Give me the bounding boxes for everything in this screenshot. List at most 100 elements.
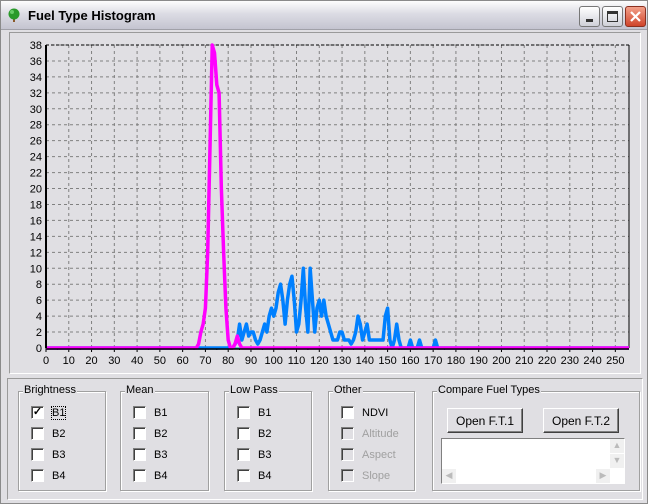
x-tick-label: 110 xyxy=(288,355,306,367)
checkbox-label: B2 xyxy=(154,427,168,440)
x-tick-label: 40 xyxy=(131,355,143,367)
checkbox-box[interactable] xyxy=(237,448,250,461)
group-mean: Mean B1 B2 B3 B4 xyxy=(120,384,209,491)
checkbox-box[interactable] xyxy=(133,406,146,419)
checkbox-b3[interactable]: B3 xyxy=(31,448,65,461)
group-label: Low Pass xyxy=(229,384,279,396)
compare-fuel-types-group: Compare Fuel Types Open F.T.1 Open F.T.2… xyxy=(432,384,640,491)
group-brightness: Brightness ✓ B1 B2 B3 B4 xyxy=(18,384,106,491)
x-tick-label: 160 xyxy=(401,355,419,367)
checkbox-b4[interactable]: B4 xyxy=(133,469,167,482)
x-tick-label: 180 xyxy=(447,355,465,367)
checkbox-b3[interactable]: B3 xyxy=(237,448,271,461)
tree-icon xyxy=(8,8,20,22)
histogram-svg: 0 10 20 30 40 50 60 70 80 90 100 110 120 130 140 150 160… xyxy=(30,40,630,367)
y-tick-label: 30 xyxy=(30,104,42,116)
y-tick-label: 2 xyxy=(36,327,42,339)
x-tick-label: 150 xyxy=(378,355,396,367)
group-low-pass: Low Pass B1 B2 B3 B4 xyxy=(224,384,312,491)
checkbox-label: NDVI xyxy=(362,406,389,419)
maximize-button[interactable] xyxy=(602,6,623,27)
checkbox-box[interactable] xyxy=(341,448,354,461)
y-tick-label: 26 xyxy=(30,136,42,148)
x-tick-label: 220 xyxy=(538,355,556,367)
x-tick-label: 120 xyxy=(310,355,328,367)
checkbox-b2[interactable]: B2 xyxy=(237,427,271,440)
window-title: Fuel Type Histogram xyxy=(28,8,156,23)
group-other: Other NDVI Altitude Aspect Slope xyxy=(328,384,415,491)
scroll-left-button[interactable]: ◀ xyxy=(442,469,456,483)
checkbox-b1[interactable]: B1 xyxy=(133,406,167,419)
close-button[interactable] xyxy=(625,6,646,27)
checkbox-ndvi[interactable]: NDVI xyxy=(341,406,388,419)
checkbox-b3[interactable]: B3 xyxy=(133,448,167,461)
x-tick-label: 100 xyxy=(265,355,283,367)
checkbox-b4[interactable]: B4 xyxy=(31,469,65,482)
scroll-down-button[interactable]: ▼ xyxy=(610,454,624,468)
checkbox-b1[interactable]: ✓ B1 xyxy=(31,405,67,420)
y-tick-label: 28 xyxy=(30,120,42,132)
x-tick-label: 50 xyxy=(154,355,166,367)
checkbox-aspect[interactable]: Aspect xyxy=(341,448,396,461)
checkbox-label: B2 xyxy=(52,427,66,440)
checkbox-label: B4 xyxy=(258,469,272,482)
checkbox-label: B4 xyxy=(154,469,168,482)
checkbox-label: B1 xyxy=(50,405,67,420)
y-tick-label: 6 xyxy=(36,295,42,307)
compare-list[interactable]: ▲ ▼ ◀ ▶ xyxy=(441,438,625,484)
checkbox-label: Slope xyxy=(362,469,391,482)
checkbox-box[interactable]: ✓ xyxy=(31,406,44,419)
checkbox-box[interactable] xyxy=(237,469,250,482)
scroll-up-button[interactable]: ▲ xyxy=(610,439,624,453)
x-tick-label: 0 xyxy=(43,355,49,367)
checkbox-box[interactable] xyxy=(31,469,44,482)
checkbox-box[interactable] xyxy=(133,448,146,461)
checkbox-label: B4 xyxy=(52,469,66,482)
checkbox-box[interactable] xyxy=(31,448,44,461)
histogram-chart: 0 10 20 30 40 50 60 70 80 90 100 110 120 130 140 150 160… xyxy=(9,32,641,374)
open-ft1-button[interactable]: Open F.T.1 xyxy=(447,408,523,433)
close-icon xyxy=(630,11,641,22)
x-tick-label: 210 xyxy=(515,355,533,367)
checkbox-b4[interactable]: B4 xyxy=(237,469,271,482)
x-tick-label: 200 xyxy=(492,355,510,367)
y-tick-label: 8 xyxy=(36,279,42,291)
checkbox-b2[interactable]: B2 xyxy=(133,427,167,440)
group-label: Compare Fuel Types xyxy=(437,384,541,396)
title-bar[interactable]: Fuel Type Histogram xyxy=(1,1,647,30)
y-tick-label: 18 xyxy=(30,199,42,211)
open-ft2-button[interactable]: Open F.T.2 xyxy=(543,408,619,433)
checkbox-b2[interactable]: B2 xyxy=(31,427,65,440)
checkbox-label: B3 xyxy=(258,448,272,461)
scroll-right-button[interactable]: ▶ xyxy=(596,469,610,483)
group-label: Brightness xyxy=(23,384,77,396)
checkbox-box[interactable] xyxy=(341,469,354,482)
checkbox-box[interactable] xyxy=(341,406,354,419)
y-tick-label: 10 xyxy=(30,263,42,275)
y-tick-label: 24 xyxy=(30,152,42,164)
checkbox-label: B2 xyxy=(258,427,272,440)
checkbox-box[interactable] xyxy=(237,406,250,419)
checkbox-altitude[interactable]: Altitude xyxy=(341,427,399,440)
x-tick-label: 90 xyxy=(245,355,257,367)
checkbox-slope[interactable]: Slope xyxy=(341,469,390,482)
x-tick-label: 10 xyxy=(63,355,75,367)
minimize-button[interactable] xyxy=(579,6,600,27)
checkbox-box[interactable] xyxy=(133,469,146,482)
y-tick-label: 36 xyxy=(30,56,42,68)
checkbox-box[interactable] xyxy=(237,427,250,440)
options-panel: Compare Fuel Types Open F.T.1 Open F.T.2… xyxy=(7,378,643,500)
checkbox-box[interactable] xyxy=(133,427,146,440)
checkbox-b1[interactable]: B1 xyxy=(237,406,271,419)
y-tick-label: 16 xyxy=(30,215,42,227)
x-tick-label: 240 xyxy=(583,355,601,367)
y-tick-label: 22 xyxy=(30,168,42,180)
checkbox-box[interactable] xyxy=(31,427,44,440)
checkbox-label: B3 xyxy=(154,448,168,461)
group-label: Other xyxy=(333,384,363,396)
y-tick-label: 4 xyxy=(36,311,42,323)
checkbox-box[interactable] xyxy=(341,427,354,440)
x-tick-label: 20 xyxy=(85,355,97,367)
checkbox-label: B3 xyxy=(52,448,66,461)
y-tick-label: 0 xyxy=(36,343,42,355)
